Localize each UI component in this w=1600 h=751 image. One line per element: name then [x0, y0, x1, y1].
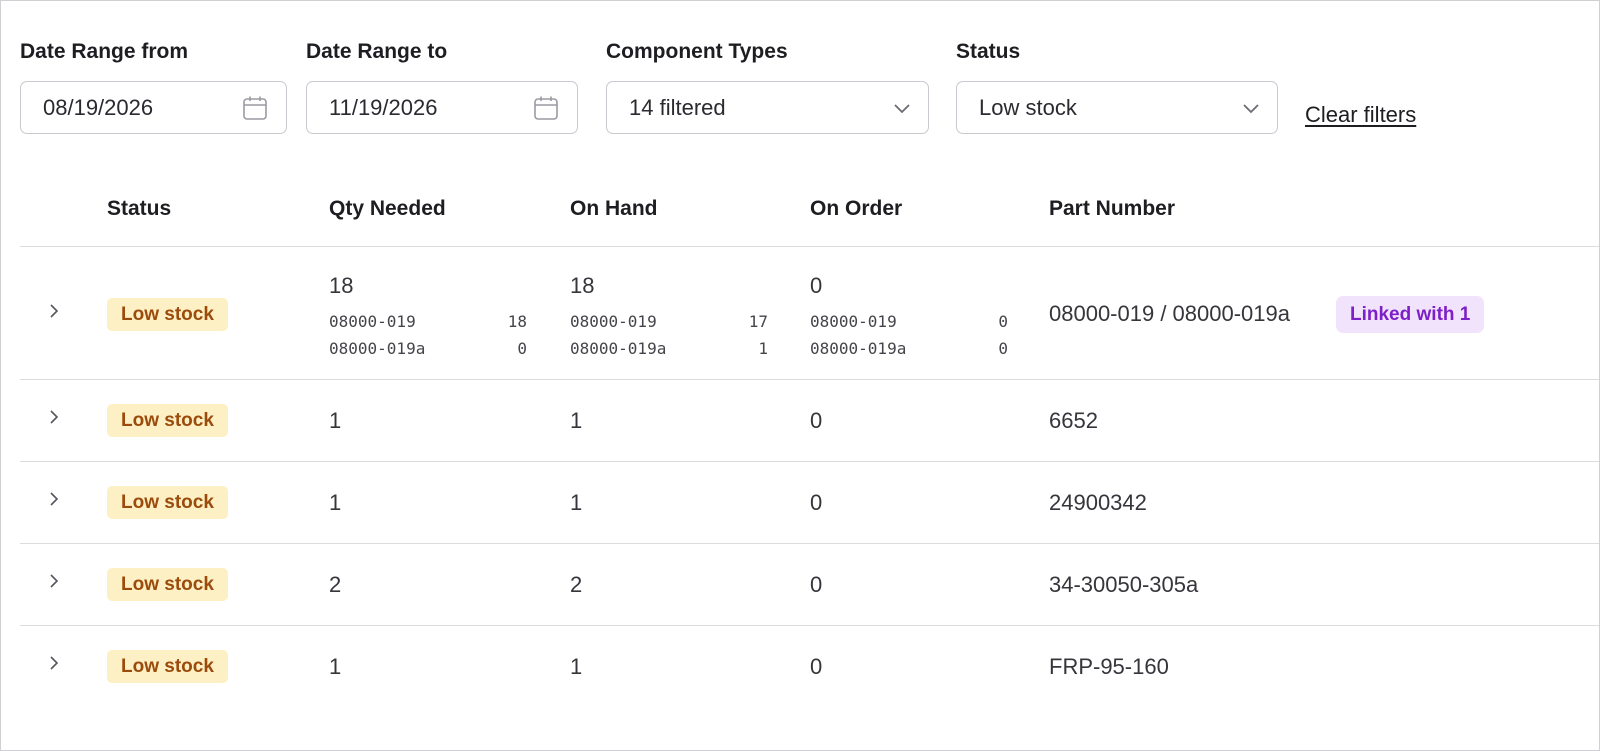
status-filter-value: Low stock [979, 95, 1077, 120]
on-order-cell: 0 [810, 572, 823, 597]
qty-needed-cell: 2 [329, 572, 342, 597]
on-order-cell: 0 [810, 408, 823, 433]
qty-needed-cell: 1 [329, 490, 342, 515]
table-row[interactable]: Low stock 2 2 0 34-30050-305a [20, 544, 1599, 626]
status-badge: Low stock [107, 486, 228, 519]
table-row[interactable]: Low stock 1 1 0 FRP-95-160 [20, 626, 1599, 708]
component-types-select[interactable]: 14 filtered [606, 81, 929, 134]
part-number-cell: 24900342 [1049, 490, 1147, 515]
status-badge: Low stock [107, 298, 228, 331]
on-hand-cell: 1 [570, 408, 583, 433]
filter-component-types: Component Types 14 filtered [606, 39, 929, 134]
on-order-breakdown-row: 08000-019a 0 [810, 339, 1008, 358]
chevron-down-icon [1243, 104, 1259, 114]
chevron-right-icon[interactable] [46, 655, 62, 671]
date-from-input[interactable]: 08/19/2026 [20, 81, 287, 134]
column-header-qty-needed[interactable]: Qty Needed [329, 197, 446, 221]
table-row[interactable]: Low stock 1 1 0 6652 [20, 380, 1599, 462]
on-hand-breakdown-row: 08000-019 17 [570, 312, 768, 331]
qty-needed-cell: 18 [329, 273, 354, 298]
status-badge: Low stock [107, 404, 228, 437]
part-number-cell: 34-30050-305a [1049, 572, 1199, 597]
breakdown-part: 08000-019 [810, 312, 897, 331]
linked-badge[interactable]: Linked with 1 [1336, 296, 1485, 333]
column-header-on-order[interactable]: On Order [810, 197, 902, 221]
calendar-icon[interactable] [242, 95, 268, 121]
breakdown-part: 08000-019a [810, 339, 907, 358]
breakdown-part: 08000-019a [329, 339, 426, 358]
breakdown-qty: 17 [748, 312, 768, 331]
on-hand-cell: 1 [570, 654, 583, 679]
status-select[interactable]: Low stock [956, 81, 1278, 134]
chevron-right-icon[interactable] [46, 303, 62, 319]
breakdown-part: 08000-019 [329, 312, 416, 331]
on-hand-breakdown-row: 08000-019a 1 [570, 339, 768, 358]
filter-date-to: Date Range to 11/19/2026 [306, 39, 578, 134]
date-to-label: Date Range to [306, 40, 448, 63]
component-types-value: 14 filtered [629, 95, 726, 120]
filter-status: Status Low stock [956, 39, 1278, 134]
chevron-right-icon[interactable] [46, 491, 62, 507]
on-hand-cell: 18 [570, 273, 595, 298]
component-types-label: Component Types [606, 40, 788, 63]
status-filter-label: Status [956, 40, 1021, 63]
table-header: Status Qty Needed On Hand On Order Part … [20, 189, 1599, 247]
date-to-input[interactable]: 11/19/2026 [306, 81, 578, 134]
breakdown-part: 08000-019 [570, 312, 657, 331]
part-number-cell: 6652 [1049, 408, 1098, 433]
breakdown-qty: 0 [517, 339, 527, 358]
breakdown-part: 08000-019a [570, 339, 667, 358]
column-header-on-hand[interactable]: On Hand [570, 197, 658, 221]
column-header-part-number[interactable]: Part Number [1049, 197, 1175, 221]
part-number-cell: 08000-019 / 08000-019a [1049, 301, 1290, 326]
filter-date-from: Date Range from 08/19/2026 [20, 39, 287, 134]
qty-needed-cell: 1 [329, 654, 342, 679]
on-order-breakdown-row: 08000-019 0 [810, 312, 1008, 331]
chevron-down-icon [894, 104, 910, 114]
clear-filters-link[interactable]: Clear filters [1305, 102, 1416, 128]
status-badge: Low stock [107, 568, 228, 601]
column-header-status[interactable]: Status [107, 197, 171, 221]
breakdown-qty: 0 [998, 312, 1008, 331]
qty-needed-cell: 1 [329, 408, 342, 433]
inventory-panel: Date Range from 08/19/2026 Date Range to… [0, 0, 1600, 751]
chevron-right-icon[interactable] [46, 409, 62, 425]
breakdown-qty: 18 [507, 312, 527, 331]
date-to-value: 11/19/2026 [329, 95, 438, 120]
part-number-cell: FRP-95-160 [1049, 654, 1169, 679]
chevron-right-icon[interactable] [46, 573, 62, 589]
qty-needed-breakdown-row: 08000-019a 0 [329, 339, 527, 358]
on-hand-cell: 2 [570, 572, 583, 597]
table-row[interactable]: Low stock 18 08000-019 18 08000-019a 0 1… [20, 247, 1599, 380]
on-order-cell: 0 [810, 273, 823, 298]
date-from-label: Date Range from [20, 40, 189, 63]
breakdown-qty: 0 [998, 339, 1008, 358]
breakdown-qty: 1 [758, 339, 768, 358]
table-row[interactable]: Low stock 1 1 0 24900342 [20, 462, 1599, 544]
calendar-icon[interactable] [533, 95, 559, 121]
on-order-cell: 0 [810, 490, 823, 515]
on-hand-cell: 1 [570, 490, 583, 515]
date-from-value: 08/19/2026 [43, 95, 154, 120]
on-order-cell: 0 [810, 654, 823, 679]
qty-needed-breakdown-row: 08000-019 18 [329, 312, 527, 331]
status-badge: Low stock [107, 650, 228, 683]
